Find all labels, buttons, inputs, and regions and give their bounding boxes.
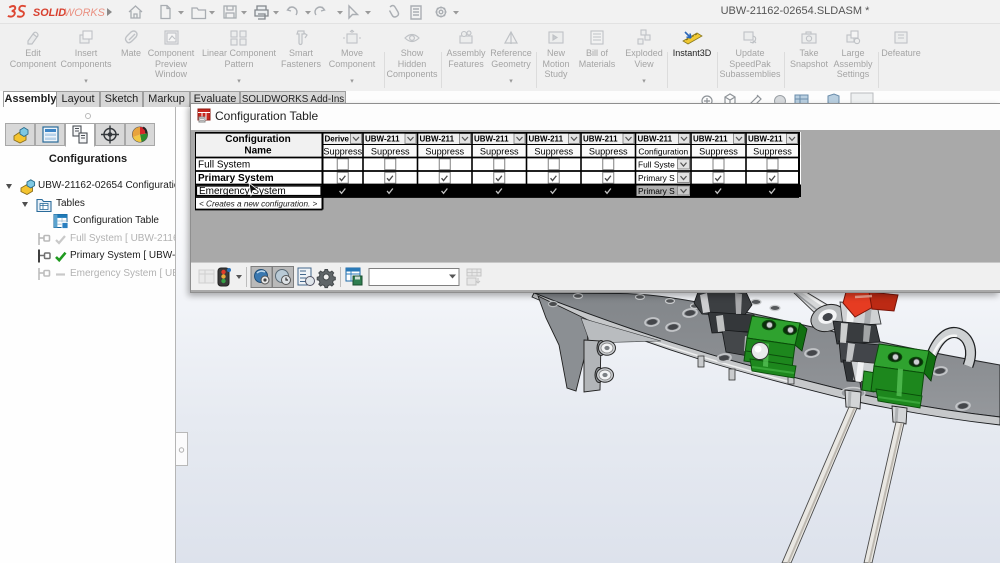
svg-text:Configuration: Configuration: [225, 134, 291, 145]
svg-text:Emergency System: Emergency System: [199, 186, 286, 197]
svg-text:UBW-211: UBW-211: [748, 135, 783, 144]
svg-text:UBW-211: UBW-211: [529, 135, 564, 144]
svg-text:UBW-211: UBW-211: [583, 135, 618, 144]
svg-text:UBW-211: UBW-211: [365, 135, 400, 144]
svg-text:UBW-211: UBW-211: [693, 135, 728, 144]
svg-text:Suppress: Suppress: [425, 146, 464, 156]
svg-text:UBW-211: UBW-211: [638, 135, 673, 144]
svg-text:Suppress: Suppress: [699, 146, 738, 156]
svg-text:UBW-211: UBW-211: [474, 135, 509, 144]
svg-text:Suppress: Suppress: [589, 146, 628, 156]
svg-text:Configuration: Configuration: [638, 146, 688, 156]
svg-text:< Creates a new configuration.: < Creates a new configuration. >: [199, 199, 318, 208]
svg-text:Suppress: Suppress: [371, 146, 410, 156]
svg-text:Derive: Derive: [325, 135, 350, 144]
svg-text:Name: Name: [244, 146, 272, 157]
svg-text:Full System: Full System: [198, 159, 250, 170]
svg-text:Full Syste: Full Syste: [638, 159, 675, 169]
svg-text:Primary S: Primary S: [638, 186, 675, 196]
svg-text:UBW-211: UBW-211: [420, 135, 455, 144]
svg-text:Suppress: Suppress: [753, 146, 792, 156]
svg-text:Primary System: Primary System: [198, 173, 274, 184]
svg-text:Suppress: Suppress: [480, 146, 519, 156]
svg-text:Primary S: Primary S: [638, 173, 675, 183]
svg-text:Suppress: Suppress: [323, 146, 362, 156]
svg-text:Suppress: Suppress: [534, 146, 573, 156]
